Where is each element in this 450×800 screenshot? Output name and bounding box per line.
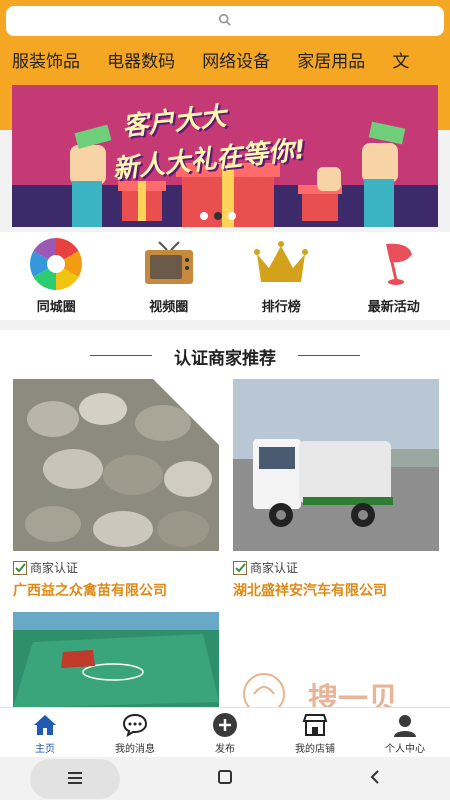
merchant-card[interactable]: 商家认证 广西益之众禽苗有限公司 <box>13 379 219 600</box>
quick-links: 同城圈 视频圈 排行榜 最新活动 <box>0 232 450 320</box>
menu-button[interactable] <box>30 758 120 799</box>
user-icon <box>391 712 419 738</box>
carousel-dot[interactable] <box>200 212 208 220</box>
divider <box>298 355 360 356</box>
checkbox-icon <box>13 560 27 575</box>
tab-profile[interactable]: 个人中心 <box>360 708 450 757</box>
quick-link-label: 同城圈 <box>36 300 76 315</box>
tab-publish[interactable]: 发布 <box>180 708 270 757</box>
merchant-name[interactable]: 广西益之众禽苗有限公司 <box>13 580 219 600</box>
tab-home[interactable]: 主页 <box>0 708 90 757</box>
tab-label: 发布 <box>215 744 235 755</box>
back-icon <box>369 769 381 788</box>
flag-icon <box>363 238 425 290</box>
plus-circle-icon <box>211 712 239 738</box>
category-tab[interactable]: 电器数码 <box>107 50 175 74</box>
chat-icon <box>121 712 149 738</box>
tab-my-store[interactable]: 我的店铺 <box>270 708 360 757</box>
aperture-icon <box>25 238 87 290</box>
merchant-card[interactable]: 商家认证 湖北盛祥安汽车有限公司 <box>233 379 439 600</box>
quick-link-label: 排行榜 <box>261 300 301 315</box>
home-button[interactable] <box>180 759 270 799</box>
merchant-name[interactable]: 湖北盛祥安汽车有限公司 <box>233 580 439 600</box>
tab-label: 主页 <box>35 744 55 755</box>
tab-label: 我的消息 <box>115 744 155 755</box>
verified-badge: 商家认证 <box>233 559 439 576</box>
back-button[interactable] <box>330 759 420 799</box>
tv-icon <box>138 238 200 290</box>
app-screen: 服装饰品 电器数码 网络设备 家居用品 文 客户大大 新人大礼在等你! 同城圈 … <box>0 0 450 800</box>
quick-link-label: 视频圈 <box>149 300 189 315</box>
section-title: 认证商家推荐 <box>174 349 276 369</box>
merchant-photo <box>233 379 439 551</box>
checkbox-icon <box>233 560 247 575</box>
promo-banner[interactable]: 客户大大 新人大礼在等你! <box>12 85 438 227</box>
verified-badge: 商家认证 <box>13 559 219 576</box>
tab-label: 个人中心 <box>385 744 425 755</box>
store-icon <box>301 712 329 738</box>
search-bar[interactable] <box>6 6 444 36</box>
tab-messages[interactable]: 我的消息 <box>90 708 180 757</box>
tab-label: 我的店铺 <box>295 744 335 755</box>
category-tab[interactable]: 家居用品 <box>297 50 365 74</box>
quick-link-label: 最新活动 <box>367 300 420 315</box>
quick-link-local-circle[interactable]: 同城圈 <box>0 232 113 320</box>
quick-link-ranking[interactable]: 排行榜 <box>225 232 338 320</box>
carousel-dot[interactable] <box>214 212 222 220</box>
category-tab[interactable]: 文 <box>392 50 409 74</box>
verified-label: 商家认证 <box>250 561 299 575</box>
carousel-dots <box>200 212 236 220</box>
carousel-dot[interactable] <box>228 212 236 220</box>
home-icon <box>31 712 59 738</box>
merchant-section: 认证商家推荐 商家认证 广西益之众禽苗有限公司 商家认证 湖北盛祥安汽车有限公司… <box>0 330 450 784</box>
bottom-tab-bar: 主页 我的消息 发布 我的店铺 个人中心 <box>0 707 450 757</box>
square-icon <box>218 769 232 788</box>
crown-icon <box>250 238 312 290</box>
system-nav-bar <box>0 757 450 800</box>
search-icon <box>218 12 232 31</box>
category-tab[interactable]: 服装饰品 <box>12 50 80 74</box>
quick-link-video-circle[interactable]: 视频圈 <box>113 232 226 320</box>
merchant-photo <box>13 379 219 551</box>
quick-link-latest-events[interactable]: 最新活动 <box>338 232 450 320</box>
category-tabs: 服装饰品 电器数码 网络设备 家居用品 文 <box>12 50 450 74</box>
verified-label: 商家认证 <box>30 561 79 575</box>
menu-icon <box>68 769 82 788</box>
category-tab[interactable]: 网络设备 <box>202 50 270 74</box>
watermark-logo: 搜一贝 <box>236 670 436 717</box>
